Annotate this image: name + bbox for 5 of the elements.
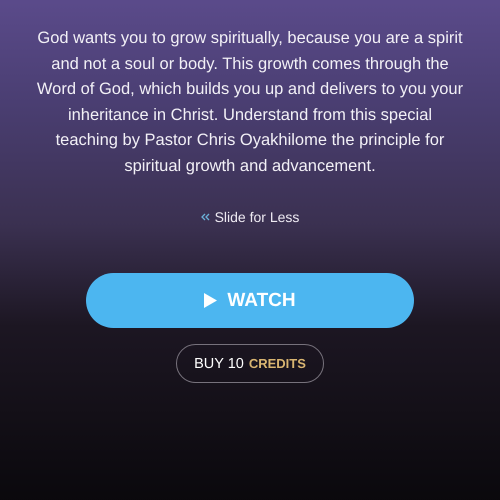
double-chevron-left-icon [200,213,210,221]
slide-for-less-link[interactable]: Slide for Less [200,209,300,225]
play-icon [204,293,218,308]
buy-credits-button[interactable]: BUY 10 CREDITS [176,344,324,383]
description-text: God wants you to grow spiritually, because you are a spirit and not a soul or body. This growth comes through the Word of God, which builds you up and delivers to you your inheritance in Christ. Understand from this special teaching by Pastor Chris Oyakhilome the principle for spiritual growth and advancement. [36,28,464,176]
